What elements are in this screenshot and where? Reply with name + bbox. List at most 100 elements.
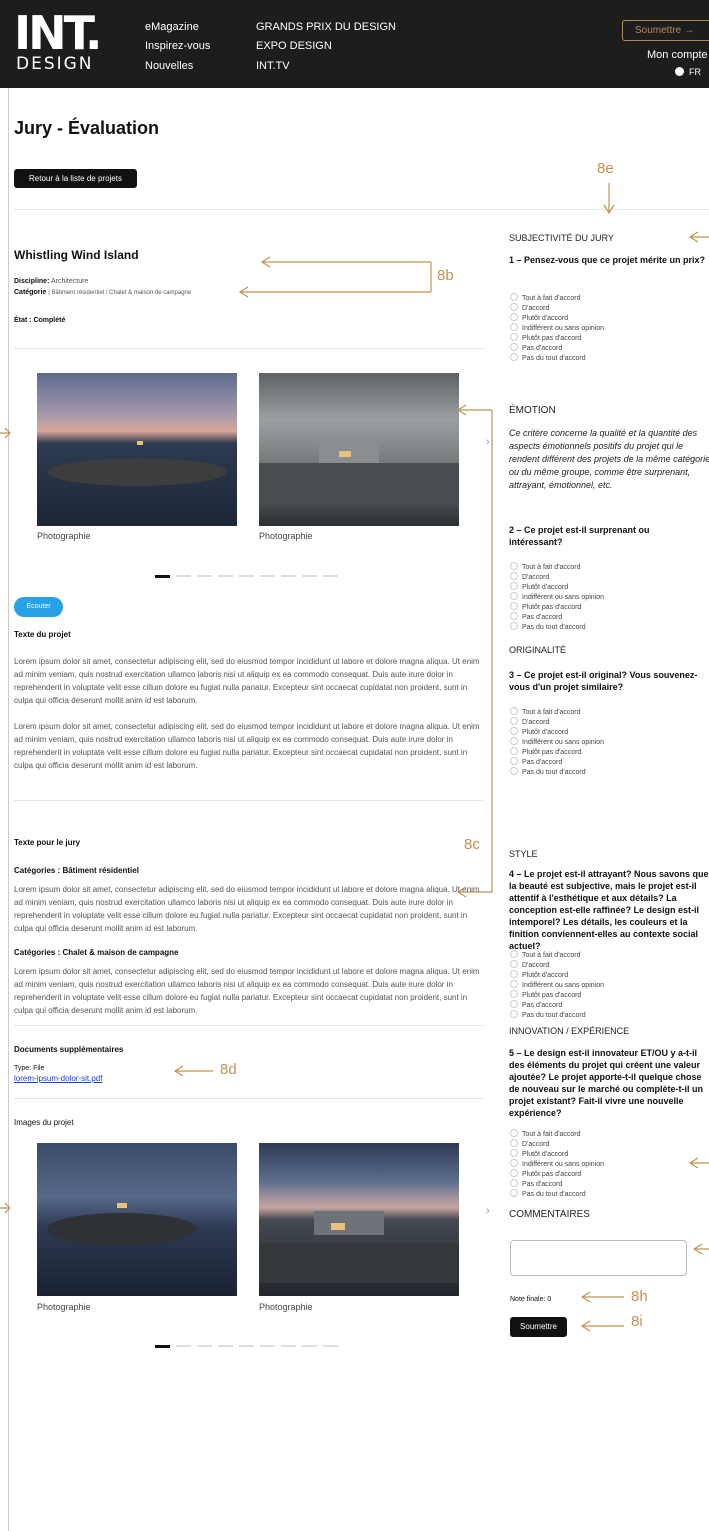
document-file-link[interactable]: lorem-ipsum-dolor-sit.pdf	[14, 1074, 102, 1083]
radio-circle-icon[interactable]	[510, 1179, 518, 1187]
radio-option[interactable]: Indifférent ou sans opinion	[510, 592, 604, 602]
my-account-link[interactable]: Mon compte	[647, 49, 708, 61]
header-submit-button[interactable]: Soumettre →	[622, 20, 709, 41]
int-design-logo[interactable]: INT. DESIGN	[14, 8, 126, 76]
radio-circle-icon[interactable]	[510, 1139, 518, 1147]
annotation-label: 8h	[631, 1288, 648, 1305]
radio-circle-icon[interactable]	[510, 323, 518, 331]
radio-circle-icon[interactable]	[510, 572, 518, 580]
nav-expo-design[interactable]: EXPO DESIGN	[256, 40, 332, 52]
radio-circle-icon[interactable]	[510, 767, 518, 775]
project-image-2[interactable]	[259, 1143, 459, 1296]
language-switch[interactable]: FR	[675, 67, 701, 77]
radio-option[interactable]: Pas du tout d'accord	[510, 1010, 604, 1020]
carousel-dots[interactable]	[155, 1345, 345, 1348]
radio-circle-icon[interactable]	[510, 1189, 518, 1197]
radio-circle-icon[interactable]	[510, 602, 518, 610]
radio-option[interactable]: D'accord	[510, 960, 604, 970]
radio-option[interactable]: Plutôt pas d'accord	[510, 990, 604, 1000]
radio-option[interactable]: Pas du tout d'accord	[510, 1189, 604, 1199]
radio-circle-icon[interactable]	[510, 707, 518, 715]
radio-circle-icon[interactable]	[510, 727, 518, 735]
radio-circle-icon[interactable]	[510, 303, 518, 311]
project-image-1[interactable]	[37, 1143, 237, 1296]
radio-option[interactable]: Pas d'accord	[510, 1179, 604, 1189]
radio-option[interactable]: Pas d'accord	[510, 757, 604, 767]
radio-option[interactable]: Plutôt d'accord	[510, 1149, 604, 1159]
radio-option[interactable]: D'accord	[510, 303, 604, 313]
radio-circle-icon[interactable]	[510, 293, 518, 301]
submit-evaluation-button[interactable]: Soumettre	[510, 1317, 567, 1337]
radio-circle-icon[interactable]	[510, 747, 518, 755]
radio-circle-icon[interactable]	[510, 562, 518, 570]
comments-textarea[interactable]	[510, 1240, 687, 1276]
radio-circle-icon[interactable]	[510, 1149, 518, 1157]
radio-circle-icon[interactable]	[510, 717, 518, 725]
radio-option[interactable]: Plutôt d'accord	[510, 313, 604, 323]
nav-nouvelles[interactable]: Nouvelles	[145, 60, 193, 72]
radio-option[interactable]: Pas d'accord	[510, 343, 604, 353]
radio-circle-icon[interactable]	[510, 737, 518, 745]
annotation-label: 8c	[464, 836, 480, 853]
radio-option[interactable]: Indifférent ou sans opinion	[510, 737, 604, 747]
radio-option[interactable]: D'accord	[510, 717, 604, 727]
carousel-next-icon[interactable]: ›	[486, 436, 490, 448]
radio-circle-icon[interactable]	[510, 1000, 518, 1008]
radio-circle-icon[interactable]	[510, 950, 518, 958]
carousel-dots[interactable]	[155, 575, 345, 578]
question-3-options[interactable]: Tout à fait d'accord D'accord Plutôt d'acc…	[510, 707, 604, 777]
radio-option[interactable]: Tout à fait d'accord	[510, 562, 604, 572]
radio-option[interactable]: Pas d'accord	[510, 612, 604, 622]
radio-circle-icon[interactable]	[510, 757, 518, 765]
back-to-list-button[interactable]: Retour à la liste de projets	[14, 169, 137, 188]
radio-circle-icon[interactable]	[510, 582, 518, 590]
nav-inspirez-vous[interactable]: Inspirez-vous	[145, 40, 210, 52]
radio-option[interactable]: Pas d'accord	[510, 1000, 604, 1010]
radio-circle-icon[interactable]	[510, 990, 518, 998]
radio-circle-icon[interactable]	[510, 353, 518, 361]
nav-grands-prix[interactable]: GRANDS PRIX DU DESIGN	[256, 21, 396, 33]
nav-int-tv[interactable]: INT.TV	[256, 60, 290, 72]
question-1-options[interactable]: Tout à fait d'accord D'accord Plutôt d'acc…	[510, 293, 604, 363]
radio-circle-icon[interactable]	[510, 1010, 518, 1018]
radio-option[interactable]: Plutôt pas d'accord	[510, 747, 604, 757]
radio-option[interactable]: Indifférent ou sans opinion	[510, 980, 604, 990]
radio-option[interactable]: Plutôt pas d'accord	[510, 333, 604, 343]
radio-circle-icon[interactable]	[510, 1129, 518, 1137]
radio-option[interactable]: Indifférent ou sans opinion	[510, 1159, 604, 1169]
radio-circle-icon[interactable]	[510, 612, 518, 620]
radio-circle-icon[interactable]	[510, 592, 518, 600]
radio-option[interactable]: D'accord	[510, 572, 604, 582]
project-photo-2[interactable]	[259, 373, 459, 526]
listen-button[interactable]: Écouter	[14, 597, 63, 617]
radio-option[interactable]: Tout à fait d'accord	[510, 1129, 604, 1139]
radio-option[interactable]: Tout à fait d'accord	[510, 293, 604, 303]
project-photo-1[interactable]	[37, 373, 237, 526]
nav-emagazine[interactable]: eMagazine	[145, 21, 199, 33]
radio-circle-icon[interactable]	[510, 1169, 518, 1177]
radio-option[interactable]: Indifférent ou sans opinion	[510, 323, 604, 333]
radio-circle-icon[interactable]	[510, 970, 518, 978]
radio-circle-icon[interactable]	[510, 333, 518, 341]
radio-option[interactable]: Plutôt pas d'accord	[510, 602, 604, 612]
radio-circle-icon[interactable]	[510, 1159, 518, 1167]
radio-option[interactable]: D'accord	[510, 1139, 604, 1149]
question-4-options[interactable]: Tout à fait d'accord D'accord Plutôt d'acc…	[510, 950, 604, 1020]
question-2-options[interactable]: Tout à fait d'accord D'accord Plutôt d'acc…	[510, 562, 604, 632]
radio-option[interactable]: Tout à fait d'accord	[510, 950, 604, 960]
question-5-options[interactable]: Tout à fait d'accord D'accord Plutôt d'acc…	[510, 1129, 604, 1199]
radio-option[interactable]: Plutôt pas d'accord	[510, 1169, 604, 1179]
radio-option[interactable]: Plutôt d'accord	[510, 582, 604, 592]
radio-circle-icon[interactable]	[510, 960, 518, 968]
radio-circle-icon[interactable]	[510, 313, 518, 321]
radio-option[interactable]: Pas du tout d'accord	[510, 767, 604, 777]
radio-circle-icon[interactable]	[510, 980, 518, 988]
radio-option[interactable]: Pas du tout d'accord	[510, 622, 604, 632]
radio-option[interactable]: Plutôt d'accord	[510, 727, 604, 737]
carousel-next-icon[interactable]: ›	[486, 1205, 490, 1217]
radio-circle-icon[interactable]	[510, 343, 518, 351]
radio-circle-icon[interactable]	[510, 622, 518, 630]
radio-option[interactable]: Tout à fait d'accord	[510, 707, 604, 717]
radio-option[interactable]: Pas du tout d'accord	[510, 353, 604, 363]
radio-option[interactable]: Plutôt d'accord	[510, 970, 604, 980]
